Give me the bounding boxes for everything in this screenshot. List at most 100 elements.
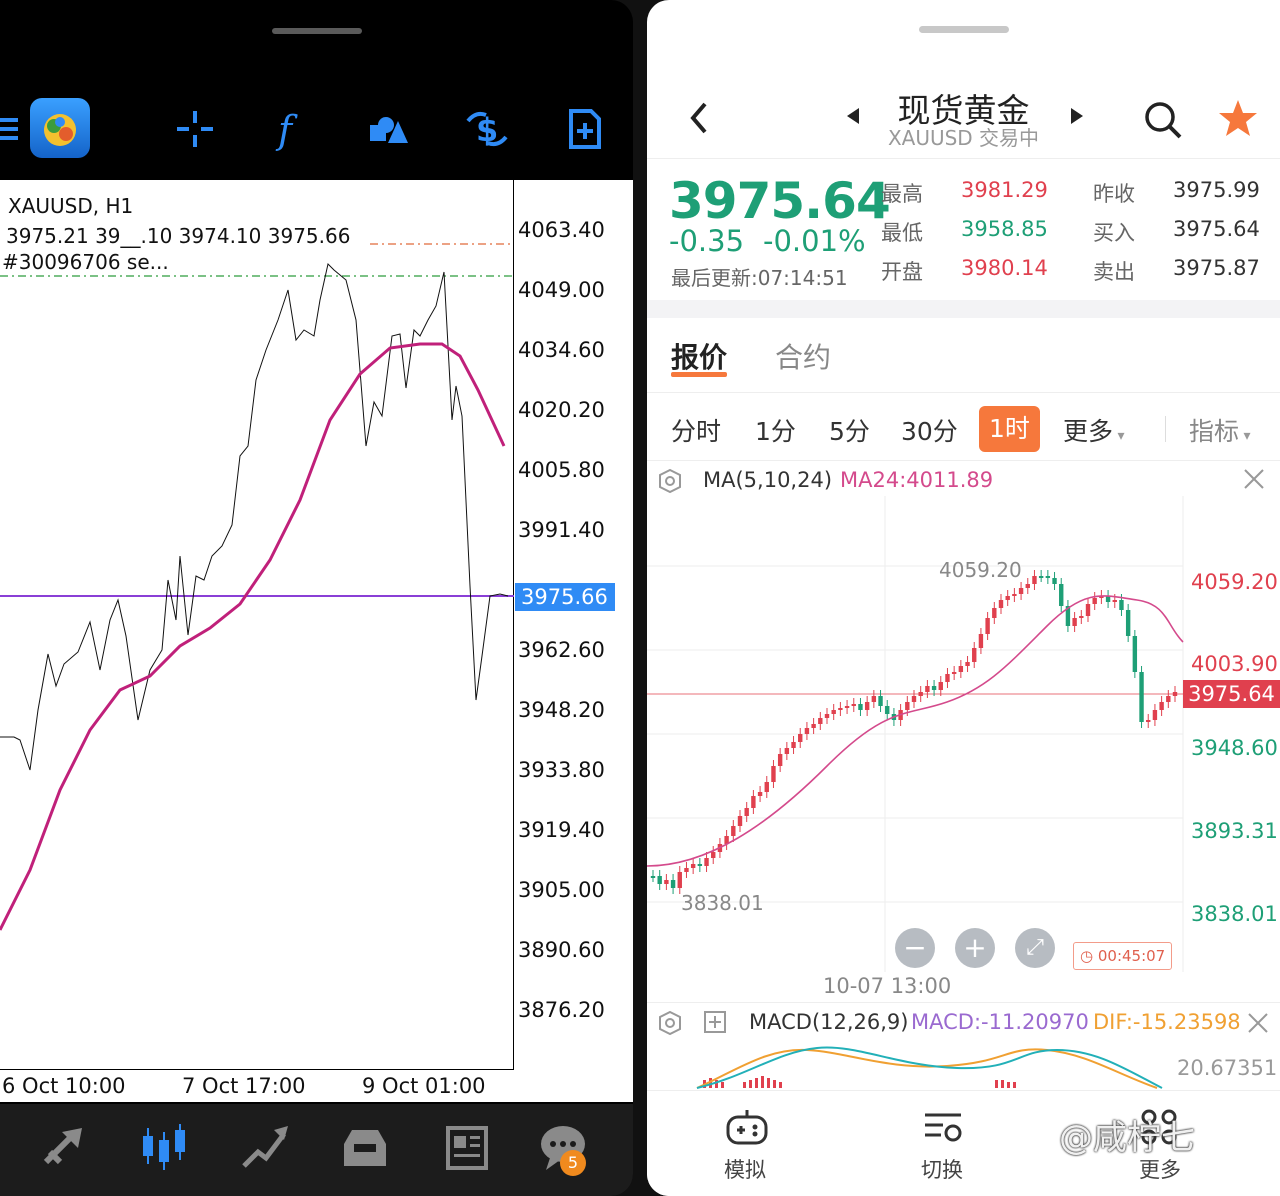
- zoom-out-button[interactable]: −: [895, 928, 935, 968]
- current-price-marker: 3975.64: [1183, 680, 1280, 708]
- period-more[interactable]: 更多 ▾: [1063, 412, 1125, 448]
- price-tick: 4063.40: [518, 218, 605, 242]
- price-chart[interactable]: XAUUSD, H1 3975.21 39__.10 3974.10 3975.…: [0, 180, 633, 1102]
- switch-icon[interactable]: [921, 1107, 965, 1151]
- chart-plot-area[interactable]: XAUUSD, H1 3975.21 39__.10 3974.10 3975.…: [0, 180, 514, 1070]
- bid-value: 3975.64: [1173, 217, 1260, 241]
- tab-indicator: [671, 372, 727, 377]
- gamepad-icon[interactable]: [725, 1107, 769, 1151]
- price-tick: 3876.20: [518, 998, 605, 1022]
- fullscreen-button[interactable]: ⤢: [1015, 928, 1055, 968]
- last-price: 3975.64: [669, 172, 891, 230]
- chat-badge: 5: [560, 1150, 586, 1176]
- quote-app-pane: 现货黄金 XAUUSD 交易中 3975.64 -0.35 -0.01% 最后更…: [647, 0, 1280, 1196]
- bid-label: 买入: [1093, 221, 1135, 245]
- tab-contract[interactable]: 合约: [775, 336, 831, 376]
- open-label: 开盘: [881, 260, 923, 284]
- new-order-icon[interactable]: [560, 98, 610, 160]
- price-tick: 3919.40: [518, 818, 605, 842]
- price-tick: 3933.80: [518, 758, 605, 782]
- trade-icon[interactable]: [240, 1122, 290, 1176]
- indicators-menu[interactable]: 指标 ▾: [1189, 412, 1251, 448]
- objects-icon[interactable]: [362, 98, 414, 160]
- mt-app-pane: f $ XAUUSD, H1 3975.21 39__.10 3974.10 3…: [0, 0, 633, 1196]
- ask-value: 3975.87: [1173, 256, 1260, 280]
- price-tick: 3991.40: [518, 518, 605, 542]
- chevron-down-icon: ▾: [1239, 428, 1251, 444]
- menu-icon[interactable]: [0, 98, 20, 160]
- price-tick: 3890.60: [518, 938, 605, 962]
- low-value: 3958.85: [961, 217, 1048, 241]
- history-icon[interactable]: [340, 1122, 390, 1176]
- macd-label: MACD(12,26,9): [749, 1010, 909, 1034]
- period-1m[interactable]: 1分: [755, 412, 796, 448]
- app-logo: [30, 98, 90, 158]
- price-tick: 3893.31: [1191, 819, 1278, 843]
- favorite-star-icon[interactable]: [1217, 98, 1259, 144]
- period-1h[interactable]: 1时: [979, 406, 1040, 452]
- price-tick: 3948.60: [1191, 736, 1278, 760]
- price-tick: 4049.00: [518, 278, 605, 302]
- divider: [647, 392, 1280, 393]
- crosshair-icon[interactable]: [170, 98, 220, 160]
- price-tick: 4034.60: [518, 338, 605, 362]
- quotes-icon[interactable]: [40, 1122, 90, 1176]
- price-tick: 4003.90: [1191, 652, 1278, 676]
- period-30m[interactable]: 30分: [901, 412, 958, 448]
- chart-ohlc-label: 3975.21 39__.10 3974.10 3975.66: [6, 224, 351, 248]
- price-tick: 3962.60: [518, 638, 605, 662]
- price-change-percent: -0.01%: [763, 224, 866, 258]
- drag-handle[interactable]: [272, 28, 362, 34]
- candle-timer: ◷ 00:45:07: [1073, 942, 1173, 970]
- divider: [647, 158, 1280, 159]
- high-marker: 4059.20: [939, 558, 1022, 582]
- page-subtitle: XAUUSD 交易中: [887, 126, 1040, 150]
- chart-icon[interactable]: [140, 1122, 190, 1176]
- open-value: 3980.14: [961, 256, 1048, 280]
- price-tick: 4020.20: [518, 398, 605, 422]
- search-icon[interactable]: [1143, 100, 1183, 144]
- time-tick: 10-07 13:00: [823, 974, 952, 998]
- chevron-down-icon: ▾: [1113, 428, 1125, 444]
- price-change: -0.35: [669, 224, 745, 258]
- period-timeshare[interactable]: 分时: [671, 412, 721, 448]
- settings-gear-icon[interactable]: [657, 1010, 683, 1040]
- candle-timer-value: 00:45:07: [1097, 947, 1166, 965]
- dif-value: DIF:-15.23598: [1093, 1010, 1241, 1034]
- divider: [1165, 416, 1166, 442]
- prev-close-value: 3975.99: [1173, 178, 1260, 202]
- close-icon[interactable]: [1247, 1012, 1269, 1038]
- drag-handle[interactable]: [919, 26, 1009, 33]
- current-price-marker: 3975.66: [515, 583, 615, 611]
- low-label: 最低: [881, 221, 923, 245]
- period-more-label: 更多: [1063, 417, 1114, 446]
- time-tick: 6 Oct 10:00: [2, 1074, 126, 1098]
- trade-dollar-icon[interactable]: $: [460, 98, 514, 160]
- price-tick: 3905.00: [518, 878, 605, 902]
- indicators-label: 指标: [1189, 417, 1240, 446]
- ask-label: 卖出: [1093, 260, 1135, 284]
- next-symbol-icon[interactable]: [1069, 106, 1085, 130]
- period-5m[interactable]: 5分: [829, 412, 870, 448]
- close-icon[interactable]: [1243, 468, 1265, 494]
- ma-value: MA24:4011.89: [840, 468, 994, 492]
- add-indicator-icon[interactable]: [703, 1010, 727, 1038]
- nav-simulate-label[interactable]: 模拟: [724, 1154, 766, 1184]
- time-tick: 7 Oct 17:00: [182, 1074, 306, 1098]
- prev-close-label: 昨收: [1093, 182, 1135, 206]
- clock-icon: ◷: [1080, 947, 1098, 965]
- time-tick: 9 Oct 01:00: [362, 1074, 486, 1098]
- settings-gear-icon[interactable]: [657, 468, 683, 498]
- indicator-f-icon[interactable]: f: [265, 98, 315, 160]
- news-icon[interactable]: [442, 1122, 492, 1176]
- tab-quote[interactable]: 报价: [671, 336, 727, 376]
- order-line-label[interactable]: #30096706 se...: [2, 250, 169, 274]
- section-separator: [647, 300, 1280, 318]
- nav-switch-label[interactable]: 切换: [921, 1154, 963, 1184]
- last-updated: 最后更新:07:14:51: [671, 266, 848, 290]
- macd-value: MACD:-11.20970: [911, 1010, 1089, 1034]
- zoom-in-button[interactable]: +: [955, 928, 995, 968]
- chart-symbol-label: XAUUSD, H1: [8, 194, 134, 218]
- price-tick: 3838.01: [1191, 902, 1278, 926]
- price-tick: 4005.80: [518, 458, 605, 482]
